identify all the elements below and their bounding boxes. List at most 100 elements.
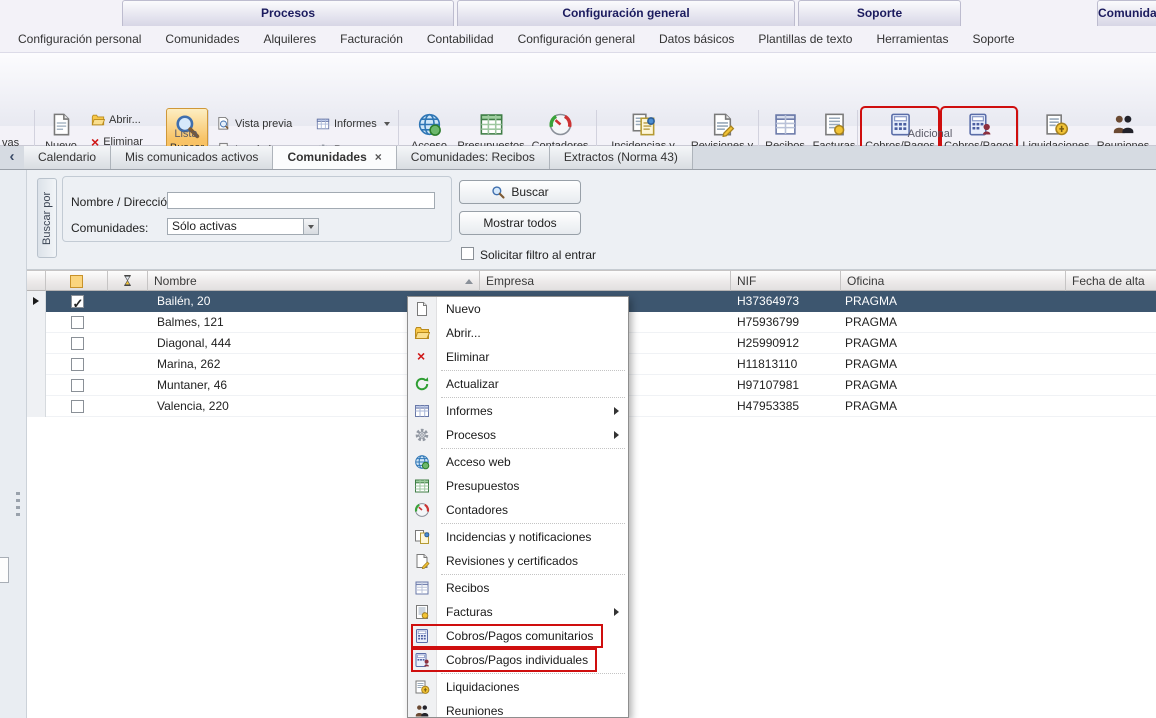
select-dropdown-button[interactable] [303,219,318,234]
gauge-icon [414,502,430,518]
cell-fecha [1066,291,1156,312]
report-icon [414,403,430,419]
menu-item-incidencias[interactable]: Incidencias y notificaciones [408,525,628,549]
menu-item-acceso-web[interactable]: Acceso web [408,450,628,474]
doc-tab-mis-comunicados[interactable]: Mis comunicados activos [111,146,273,169]
ribbon-tab-facturacion[interactable]: Facturación [328,26,415,52]
buscar-por-side-tab[interactable]: Buscar por [37,178,57,258]
name-address-label: Nombre / Dirección: [71,195,177,209]
menu-item-nuevo[interactable]: Nuevo [408,297,628,321]
row-indicator [27,312,46,333]
cell-nif: H37364973 [731,291,841,312]
row-checkbox[interactable] [71,295,84,308]
menu-item-liquidaciones[interactable]: Liquidaciones [408,675,628,699]
calculator-person-icon [414,652,430,668]
doc-tab-comunidades-recibos[interactable]: Comunidades: Recibos [397,146,550,169]
tab-scroll-back-icon[interactable] [0,146,24,169]
column-header-nombre[interactable]: Nombre [148,270,480,291]
row-checkbox[interactable] [71,358,84,371]
column-label: Nombre [154,274,197,288]
ribbon-tab-configuracion-personal[interactable]: Configuración personal [6,26,153,52]
ribbon-tab-contabilidad[interactable]: Contabilidad [415,26,506,52]
menu-item-label: Cobros/Pagos comunitarios [446,629,593,643]
abrir-button[interactable]: Abrir... [88,109,144,130]
button-label: Vista previa [235,118,292,130]
row-checkbox[interactable] [71,379,84,392]
menu-item-actualizar[interactable]: Actualizar [408,372,628,396]
menu-separator [441,523,625,524]
button-label: Mostrar todos [483,216,556,230]
budget-sheet-icon [479,112,504,137]
menu-item-reuniones[interactable]: Reuniones [408,699,628,718]
column-header-fecha-alta[interactable]: Fecha de alta [1066,270,1156,291]
new-document-icon [49,112,74,137]
column-label: Fecha de alta [1072,274,1145,288]
group-tab-label: Soporte [857,6,902,20]
column-header-oficina[interactable]: Oficina [841,270,1066,291]
ribbon-tab-plantillas-texto[interactable]: Plantillas de texto [746,26,864,52]
menu-item-label: Facturas [446,605,493,619]
menu-item-procesos[interactable]: Procesos [408,423,628,447]
ribbon-tab-soporte[interactable]: Soporte [960,26,1026,52]
globe-icon [414,454,430,470]
cell-nif: H25990912 [731,333,841,354]
collapsed-panel-edge[interactable] [0,557,9,583]
menu-item-label: Acceso web [446,455,511,469]
cell-nif: H97107981 [731,375,841,396]
ribbon-tab-alquileres[interactable]: Alquileres [251,26,328,52]
row-checkbox[interactable] [71,316,84,329]
cell-fecha [1066,354,1156,375]
informes-button[interactable]: Informes [313,113,393,134]
menu-item-label: Reuniones [446,704,503,718]
select-all-checkbox[interactable] [70,275,83,288]
column-header-select[interactable] [46,270,108,291]
column-header-empresa[interactable]: Empresa [480,270,731,291]
menu-item-recibos[interactable]: Recibos [408,576,628,600]
tab-label: Extractos (Norma 43) [564,150,678,164]
ribbon-group-label-adicional: Adicional [890,128,970,140]
splitter-grip-icon[interactable] [16,492,20,516]
delete-icon: × [417,349,425,363]
menu-item-label: Actualizar [446,377,499,391]
ribbon-group-tab-comunidades: Comunida [1097,0,1156,26]
menu-item-eliminar[interactable]: × Eliminar [408,345,628,369]
doc-tab-calendario[interactable]: Calendario [24,146,111,169]
submenu-arrow-icon [614,431,619,439]
column-header-nif[interactable]: NIF [731,270,841,291]
show-all-button[interactable]: Mostrar todos [459,211,581,235]
row-checkbox[interactable] [71,337,84,350]
column-header-filter[interactable] [108,270,148,291]
group-tab-label: Comunida [1098,6,1156,20]
menu-item-facturas[interactable]: Facturas [408,600,628,624]
menu-item-label: Liquidaciones [446,680,519,694]
ribbon-tab-comunidades[interactable]: Comunidades [153,26,251,52]
menu-item-label: Abrir... [446,326,481,340]
hourglass-icon [121,274,134,287]
row-checkbox[interactable] [71,400,84,413]
menu-item-cobros-pagos-individuales[interactable]: Cobros/Pagos individuales [408,648,628,672]
chevron-down-icon [308,225,314,229]
dropdown-caret-icon [384,122,390,126]
communities-label: Comunidades: [71,221,148,235]
menu-item-revisiones[interactable]: Revisiones y certificados [408,549,628,573]
close-tab-icon[interactable] [375,150,382,164]
menu-separator [441,370,625,371]
menu-item-cobros-pagos-comunitarios[interactable]: Cobros/Pagos comunitarios [408,624,628,648]
request-filter-checkbox[interactable] [461,247,474,260]
doc-tab-comunidades[interactable]: Comunidades [273,146,396,169]
menu-item-informes[interactable]: Informes [408,399,628,423]
row-indicator [27,375,46,396]
ribbon-tab-datos-basicos[interactable]: Datos básicos [647,26,746,52]
communities-select[interactable]: Sólo activas [167,218,319,235]
ribbon-tab-configuracion-general[interactable]: Configuración general [506,26,647,52]
meeting-people-icon [414,703,430,718]
communities-select-value: Sólo activas [168,219,303,234]
search-button[interactable]: Buscar [459,180,581,204]
menu-item-presupuestos[interactable]: Presupuestos [408,474,628,498]
name-address-input[interactable] [167,192,435,209]
cell-fecha [1066,375,1156,396]
menu-item-contadores[interactable]: Contadores [408,498,628,522]
doc-tab-extractos[interactable]: Extractos (Norma 43) [550,146,693,169]
menu-item-abrir[interactable]: Abrir... [408,321,628,345]
ribbon-tab-herramientas[interactable]: Herramientas [864,26,960,52]
